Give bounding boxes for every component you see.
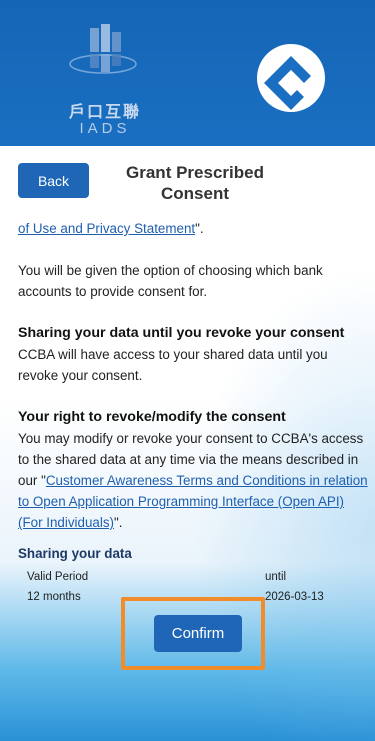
valid-period-value: 12 months bbox=[27, 591, 81, 603]
terms-of-use-link[interactable]: of Use and Privacy Statement bbox=[18, 221, 195, 236]
sharing-until-revoke-heading: Sharing your data until you revoke your … bbox=[18, 325, 345, 341]
valid-period-label: Valid Period bbox=[27, 571, 89, 583]
account-option-paragraph: You will be given the option of choosing… bbox=[18, 263, 323, 299]
app-header: 戶口互聯 IADS bbox=[0, 0, 375, 146]
sharing-until-revoke-section: Sharing your data until you revoke your … bbox=[18, 323, 370, 386]
page-title: Grant Prescribed Consent bbox=[126, 163, 264, 203]
customer-awareness-terms-link[interactable]: Customer Awareness Terms and Conditions … bbox=[18, 473, 368, 530]
sharing-until-revoke-text: CCBA will have access to your shared dat… bbox=[18, 347, 328, 383]
revoke-consent-section: Your right to revoke/modify the consent … bbox=[18, 407, 370, 533]
revoke-consent-text: You may modify or revoke your consent to… bbox=[18, 428, 370, 533]
consent-content: Back Grant Prescribed Consent of Use and… bbox=[0, 146, 375, 741]
iads-logo: 戶口互聯 IADS bbox=[52, 24, 152, 142]
confirm-button[interactable]: Confirm bbox=[154, 615, 242, 652]
back-button[interactable]: Back bbox=[18, 163, 89, 198]
sharing-data-heading: Sharing your data bbox=[18, 546, 132, 561]
terms-tail-suffix: ". bbox=[195, 221, 204, 236]
until-date-value: 2026-03-13 bbox=[265, 591, 324, 603]
revoke-consent-heading: Your right to revoke/modify the consent bbox=[18, 409, 286, 425]
terms-tail-paragraph: of Use and Privacy Statement". bbox=[18, 218, 370, 239]
revoke-text-suffix: ". bbox=[114, 515, 123, 530]
until-label: until bbox=[265, 571, 287, 583]
iads-english-text: IADS bbox=[79, 120, 131, 137]
iads-mark-icon bbox=[69, 24, 137, 74]
ccb-bank-logo-icon bbox=[257, 44, 325, 112]
iads-chinese-text: 戶口互聯 bbox=[68, 104, 141, 121]
